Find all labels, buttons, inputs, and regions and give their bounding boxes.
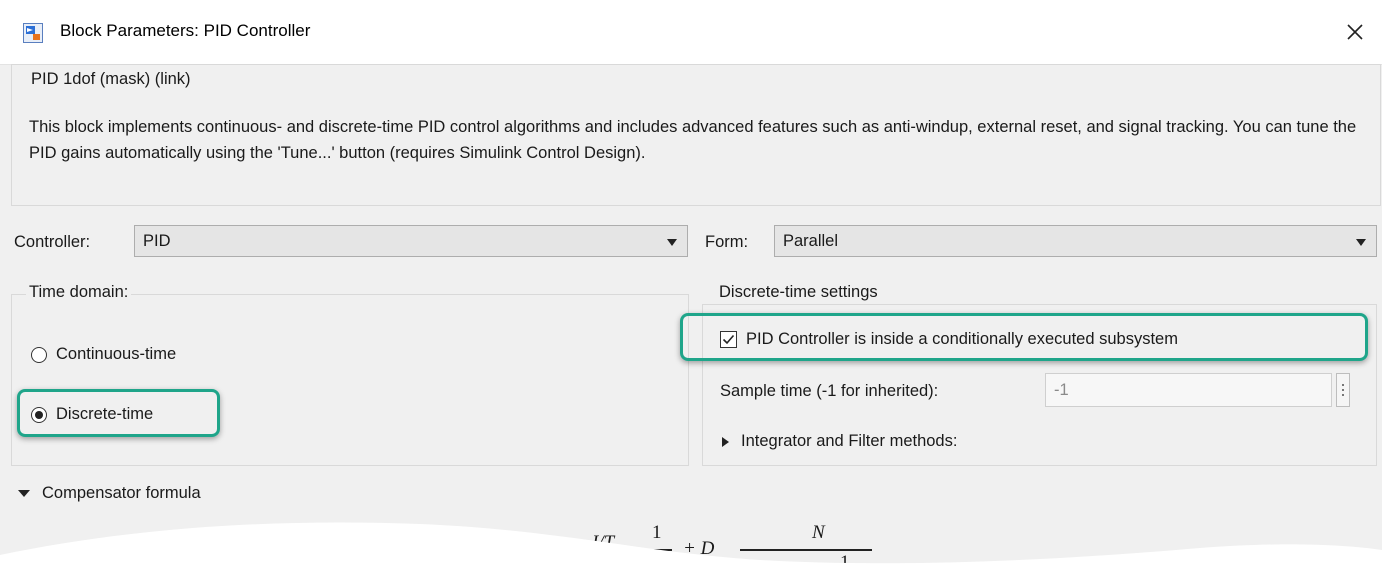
discrete-time-settings-legend: Discrete-time settings bbox=[716, 283, 881, 302]
title-bar: Block Parameters: PID Controller bbox=[0, 0, 1382, 65]
time-domain-group bbox=[11, 294, 689, 466]
chevron-down-icon bbox=[667, 239, 677, 246]
form-value: Parallel bbox=[783, 232, 839, 250]
radio-continuous-time-label: Continuous-time bbox=[56, 345, 177, 363]
block-parameters-dialog: Block Parameters: PID Controller PID 1do… bbox=[0, 0, 1382, 578]
sample-time-label: Sample time (-1 for inherited): bbox=[720, 382, 939, 400]
controller-value: PID bbox=[143, 232, 171, 250]
conditional-subsystem-highlight bbox=[680, 313, 1368, 361]
close-button[interactable] bbox=[1338, 14, 1372, 50]
window-title: Block Parameters: PID Controller bbox=[60, 21, 311, 40]
controller-dropdown[interactable]: PID bbox=[134, 225, 688, 257]
sample-time-input[interactable] bbox=[1045, 373, 1332, 407]
sample-time-options-icon[interactable] bbox=[1336, 373, 1350, 407]
integrator-filter-methods-label: Integrator and Filter methods: bbox=[741, 432, 958, 450]
simulink-block-icon bbox=[23, 23, 43, 43]
chevron-down-icon bbox=[1356, 239, 1366, 246]
expand-arrow-icon bbox=[722, 436, 729, 447]
radio-continuous-time[interactable]: Continuous-time bbox=[31, 345, 176, 364]
radio-button-icon[interactable] bbox=[31, 346, 47, 363]
collapse-arrow-icon bbox=[18, 490, 30, 497]
controller-label: Controller: bbox=[14, 233, 91, 251]
sample-time-field[interactable] bbox=[1046, 374, 1331, 406]
close-icon[interactable] bbox=[1346, 23, 1364, 41]
torn-edge bbox=[0, 522, 1382, 578]
time-domain-legend: Time domain: bbox=[26, 283, 132, 302]
mask-description-legend: PID 1dof (mask) (link) bbox=[29, 70, 193, 89]
mask-description-text: This block implements continuous- and di… bbox=[29, 118, 1357, 162]
form-label: Form: bbox=[705, 233, 749, 251]
discrete-time-highlight bbox=[17, 389, 220, 437]
integrator-filter-methods-toggle[interactable]: Integrator and Filter methods: bbox=[722, 432, 957, 451]
form-dropdown[interactable]: Parallel bbox=[774, 225, 1377, 257]
